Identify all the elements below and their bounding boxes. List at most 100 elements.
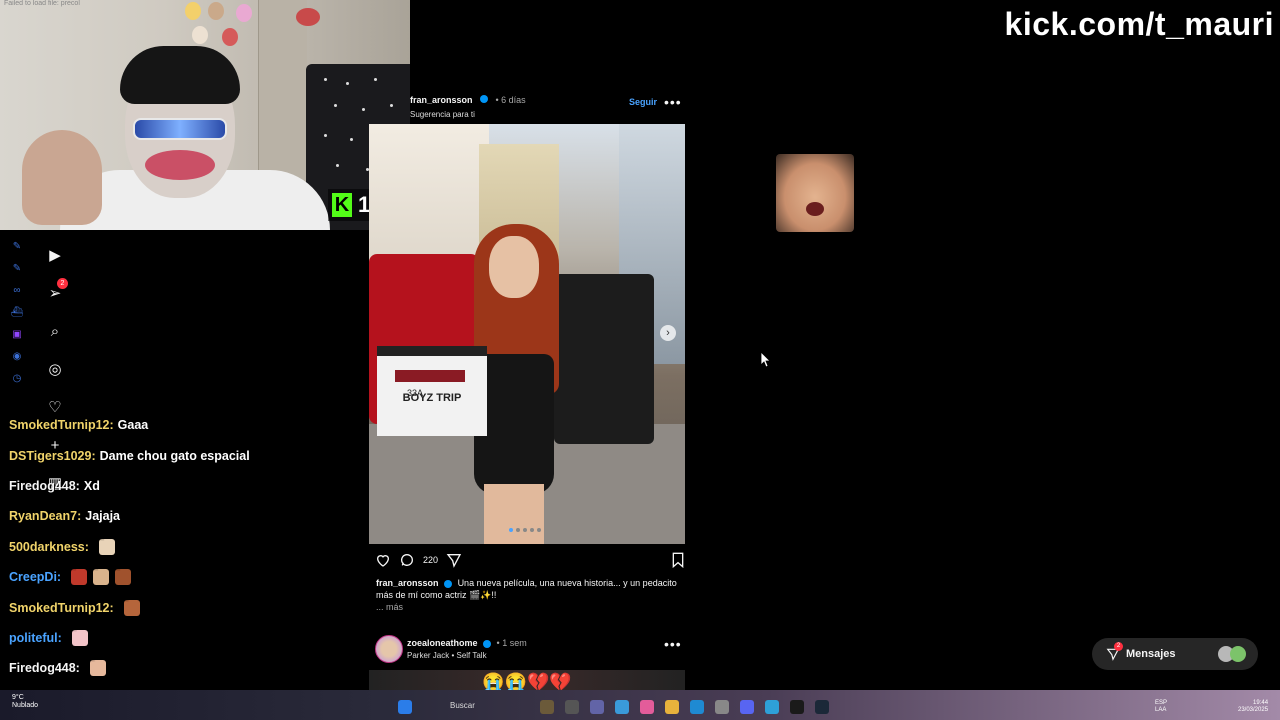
chat-message: CreepDi: #c0392b #d9b38c #a0522d bbox=[9, 562, 369, 592]
post-photo[interactable]: 33A BOYZ TRIP › bbox=[369, 124, 685, 544]
follow-button[interactable]: Seguir bbox=[629, 97, 657, 107]
chat-text: Dame chou gato espacial bbox=[99, 448, 250, 463]
chat-message: Firedog448: Xd bbox=[9, 471, 369, 501]
wall-sticker bbox=[236, 4, 252, 22]
teams-icon[interactable] bbox=[590, 700, 604, 714]
bookmark-icon[interactable] bbox=[671, 552, 685, 568]
language-layout: LAA bbox=[1155, 707, 1167, 713]
link-icon[interactable]: ∞ bbox=[6, 280, 28, 302]
like-heart-icon[interactable] bbox=[375, 552, 391, 568]
chat-username[interactable]: DSTigers1029: bbox=[9, 449, 96, 463]
explore-icon[interactable]: ◎ bbox=[40, 350, 70, 388]
caption-more-link[interactable]: ... más bbox=[376, 602, 403, 612]
carousel-dots bbox=[509, 528, 541, 532]
language-indicator[interactable]: ESP LAA bbox=[1155, 700, 1167, 714]
store-icon[interactable] bbox=[615, 700, 629, 714]
chat-username[interactable]: 500darkness: bbox=[9, 540, 89, 554]
messages-button[interactable]: 2 Mensajes bbox=[1092, 638, 1258, 670]
stream-chat: SmokedTurnip12: Gaaa DSTigers1029: Dame cho… bbox=[9, 410, 369, 714]
system-clock[interactable]: 19:44 23/03/2025 bbox=[1238, 700, 1268, 714]
wall-sticker bbox=[296, 8, 320, 26]
obs-icon[interactable] bbox=[790, 700, 804, 714]
chat-username[interactable]: Firedog448: bbox=[9, 661, 80, 675]
streamer-hand bbox=[22, 130, 102, 225]
post-suggestion: Sugerencia para ti bbox=[410, 110, 475, 119]
chat-message: RyanDean7: Jajaja bbox=[9, 501, 369, 531]
chat-message: Firedog448: #e6b89c bbox=[9, 653, 369, 683]
kick-channel-banner: kick.com/t_mauri bbox=[1004, 6, 1274, 42]
chat-emote-icon: #f3c4c8 bbox=[71, 629, 88, 646]
post2-photo[interactable]: 😭😭💔💔 bbox=[369, 670, 685, 692]
post-username[interactable]: fran_aronsson bbox=[410, 95, 473, 105]
post-options-icon[interactable]: ••• bbox=[664, 95, 682, 109]
post2-avatar[interactable] bbox=[375, 635, 403, 663]
wall-sticker bbox=[192, 26, 208, 44]
taskbar-search[interactable]: Buscar bbox=[428, 698, 528, 714]
post-time[interactable]: • 6 días bbox=[495, 95, 525, 105]
verified-icon bbox=[479, 94, 488, 103]
notifications-badge: 2 bbox=[57, 278, 68, 289]
search-icon[interactable]: ⌕ bbox=[40, 312, 70, 350]
post-caption: fran_aronsson Una nueva película, una nu… bbox=[376, 577, 686, 613]
messages-badge: 2 bbox=[1114, 642, 1123, 651]
notepad-icon[interactable] bbox=[765, 700, 779, 714]
widgets-icon[interactable] bbox=[540, 700, 554, 714]
post2-time[interactable]: • 1 sem bbox=[497, 638, 527, 648]
webcam-feed: Failed to load file: precol K 106 bbox=[0, 0, 410, 230]
chat-username[interactable]: SmokedTurnip12: bbox=[9, 601, 114, 615]
post2-username[interactable]: zoealoneathome bbox=[407, 638, 478, 648]
photo-person-legs bbox=[484, 484, 544, 544]
post2-header: zoealoneathome • 1 sem bbox=[407, 638, 527, 648]
weather-temp: 9°C bbox=[12, 694, 24, 701]
clock-date: 23/03/2025 bbox=[1238, 707, 1269, 713]
kick-logo-icon: K bbox=[332, 193, 352, 217]
chat-emote-icon: #e6b89c bbox=[89, 660, 106, 677]
app-icon[interactable] bbox=[715, 700, 729, 714]
reels-icon[interactable]: ▶ bbox=[40, 236, 70, 274]
post2-options-icon[interactable]: ••• bbox=[664, 637, 682, 651]
start-icon[interactable] bbox=[398, 700, 412, 714]
chat-username[interactable]: SmokedTurnip12: bbox=[9, 418, 114, 432]
mouse-cursor-icon bbox=[761, 352, 771, 368]
chat-message: SmokedTurnip12: #b5653b bbox=[9, 592, 369, 622]
face-overlay-image bbox=[776, 154, 854, 232]
chat-username[interactable]: Firedog448: bbox=[9, 479, 80, 493]
verified-icon bbox=[483, 639, 492, 648]
clapper-label bbox=[395, 370, 465, 382]
pin-icon[interactable]: ✎ bbox=[6, 258, 28, 280]
copilot-icon[interactable] bbox=[640, 700, 654, 714]
carousel-next-icon[interactable]: › bbox=[660, 325, 676, 341]
clock-time: 19:44 bbox=[1253, 700, 1269, 706]
ship-icon[interactable]: ⛴ bbox=[6, 302, 28, 324]
streamer-sunglasses bbox=[133, 118, 227, 140]
chat-username[interactable]: politeful: bbox=[9, 631, 62, 645]
messages-label: Mensajes bbox=[1126, 648, 1176, 660]
clapper-scene: 33A bbox=[407, 388, 424, 398]
weather-widget[interactable]: 9°C Nublado bbox=[12, 694, 38, 710]
share-send-icon[interactable] bbox=[446, 552, 462, 568]
send-icon[interactable]: ➢ 2 bbox=[40, 274, 70, 312]
post-actions: 220 bbox=[375, 551, 685, 569]
clock-icon[interactable]: ◷ bbox=[6, 368, 28, 390]
chat-username[interactable]: RyanDean7: bbox=[9, 509, 81, 523]
caption-username[interactable]: fran_aronsson bbox=[376, 578, 439, 588]
twitch-icon[interactable]: ▣ bbox=[6, 324, 28, 346]
edge-icon[interactable] bbox=[690, 700, 704, 714]
chat-username[interactable]: CreepDi: bbox=[9, 570, 61, 584]
webcam-error-text: Failed to load file: precol bbox=[4, 0, 80, 7]
chat-message: SmokedTurnip12: Gaaa bbox=[9, 410, 369, 440]
pin-icon[interactable]: ✎ bbox=[6, 236, 28, 258]
play-circle-icon[interactable]: ◉ bbox=[6, 346, 28, 368]
post2-audio[interactable]: Parker Jack • Self Talk bbox=[407, 651, 487, 660]
taskbar-apps bbox=[398, 700, 412, 714]
wall-sticker bbox=[208, 2, 224, 20]
message-avatars bbox=[1218, 646, 1248, 662]
language-code: ESP bbox=[1155, 700, 1168, 706]
task-view-icon[interactable] bbox=[565, 700, 579, 714]
discord-icon[interactable] bbox=[740, 700, 754, 714]
chat-emote-icon: #c0392b bbox=[71, 569, 88, 586]
comment-icon[interactable] bbox=[399, 552, 415, 568]
streamer-tool-strip: ✎ ✎ ∞ ⛴ ▣ ◉ ◷ bbox=[6, 236, 28, 436]
steam-icon[interactable] bbox=[815, 700, 829, 714]
file-explorer-icon[interactable] bbox=[665, 700, 679, 714]
